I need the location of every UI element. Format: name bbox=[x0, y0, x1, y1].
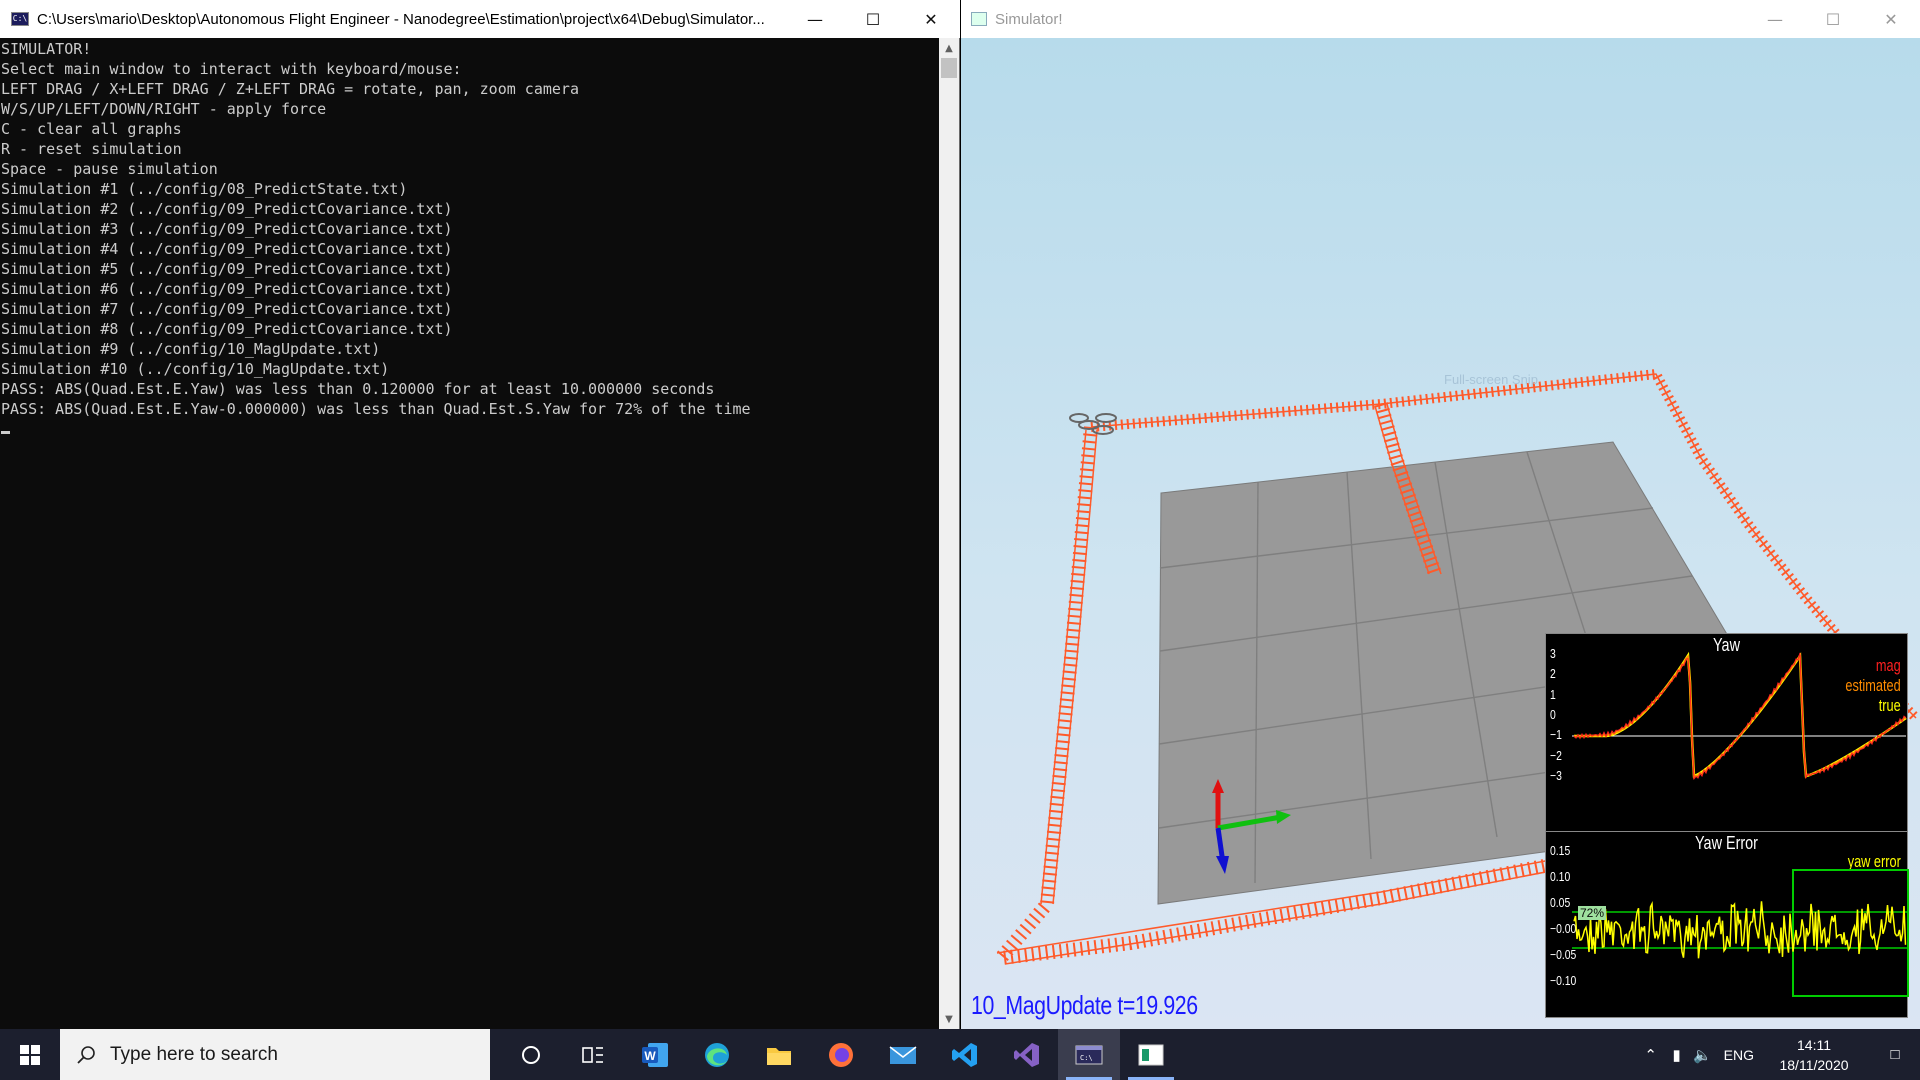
visual-studio-button[interactable] bbox=[996, 1029, 1058, 1080]
scroll-up-icon[interactable]: ▲ bbox=[939, 38, 959, 58]
console-line: Simulation #10 (../config/10_MagUpdate.t… bbox=[1, 360, 390, 378]
search-box[interactable]: Type here to search bbox=[60, 1029, 490, 1080]
firefox-button[interactable] bbox=[810, 1029, 872, 1080]
console-line: Simulation #1 (../config/08_PredictState… bbox=[1, 180, 408, 198]
search-icon bbox=[77, 1045, 95, 1064]
console-window[interactable]: C:\ C:\Users\mario\Desktop\Autonomous Fl… bbox=[0, 0, 960, 1029]
edge-button[interactable] bbox=[686, 1029, 748, 1080]
mail-button[interactable] bbox=[872, 1029, 934, 1080]
console-line: Simulation #7 (../config/09_PredictCovar… bbox=[1, 300, 453, 318]
console-line: Space - pause simulation bbox=[1, 160, 218, 178]
yaw-graph: Yaw 3 2 1 0 −1 −2 −3 mag estimated true bbox=[1545, 633, 1908, 857]
scroll-thumb[interactable] bbox=[941, 58, 957, 78]
console-line: Simulation #8 (../config/09_PredictCovar… bbox=[1, 320, 453, 338]
chevron-up-icon[interactable]: ⌃ bbox=[1638, 1046, 1664, 1064]
battery-icon[interactable]: ▮ bbox=[1664, 1046, 1690, 1064]
mail-icon bbox=[889, 1045, 917, 1064]
yaw-plot bbox=[1572, 651, 1907, 781]
console-line: Simulation #9 (../config/10_MagUpdate.tx… bbox=[1, 340, 381, 358]
cortana-icon bbox=[522, 1045, 540, 1064]
console-line: R - reset simulation bbox=[1, 140, 182, 158]
console-titlebar[interactable]: C:\ C:\Users\mario\Desktop\Autonomous Fl… bbox=[0, 0, 960, 38]
windows-logo-icon bbox=[20, 1044, 40, 1065]
yaw-error-graph: Yaw Error 0.15 0.10 0.05 −0.00 −0.05 −0.10 ya… bbox=[1545, 831, 1909, 1018]
yaw-error-plot bbox=[1572, 869, 1909, 997]
console-line: Simulation #6 (../config/09_PredictCovar… bbox=[1, 280, 453, 298]
console-line: Simulation #5 (../config/09_PredictCovar… bbox=[1, 260, 453, 278]
language-indicator[interactable]: ENG bbox=[1724, 1047, 1754, 1063]
simulator-icon bbox=[1138, 1044, 1164, 1065]
taskbar: Type here to search W C:\ ⌃ ▮ 🔈 ENG 14:1… bbox=[0, 1029, 1920, 1080]
terminal-button[interactable]: C:\ bbox=[1058, 1029, 1120, 1080]
search-placeholder: Type here to search bbox=[110, 1043, 278, 1065]
close-button[interactable]: ✕ bbox=[1862, 0, 1920, 38]
console-line: C - clear all graphs bbox=[1, 120, 182, 138]
console-line: W/S/UP/LEFT/DOWN/RIGHT - apply force bbox=[1, 100, 327, 118]
word-icon: W bbox=[642, 1042, 668, 1067]
maximize-button[interactable]: ☐ bbox=[844, 0, 902, 38]
minimize-button[interactable]: — bbox=[1746, 0, 1804, 38]
console-app-icon: C:\ bbox=[11, 12, 29, 26]
start-button[interactable] bbox=[0, 1029, 60, 1080]
firefox-icon bbox=[829, 1042, 853, 1067]
snip-overlay-label: Full-screen Snip bbox=[1444, 372, 1538, 387]
console-line: Select main window to interact with keyb… bbox=[1, 60, 462, 78]
file-explorer-button[interactable] bbox=[748, 1029, 810, 1080]
simulator-window[interactable]: Simulator! — ☐ ✕ Full-screen Snip Yaw 3 … bbox=[961, 0, 1920, 1029]
task-view-button[interactable] bbox=[562, 1029, 624, 1080]
simulator-taskbar-button[interactable] bbox=[1120, 1029, 1182, 1080]
console-scrollbar[interactable]: ▲ ▼ bbox=[939, 38, 959, 1029]
word-button[interactable]: W bbox=[624, 1029, 686, 1080]
simulator-3d-viewport[interactable]: Full-screen Snip Yaw 3 2 1 0 −1 −2 −3 mag estim… bbox=[961, 38, 1920, 1029]
percent-badge: 72% bbox=[1578, 906, 1607, 920]
vscode-button[interactable] bbox=[934, 1029, 996, 1080]
console-line: PASS: ABS(Quad.Est.E.Yaw) was less than … bbox=[1, 380, 715, 398]
maximize-button[interactable]: ☐ bbox=[1804, 0, 1862, 38]
scroll-down-icon[interactable]: ▼ bbox=[939, 1009, 959, 1029]
console-line: SIMULATOR! bbox=[1, 40, 92, 58]
svg-text:C:\: C:\ bbox=[1080, 1054, 1093, 1062]
simulator-title: Simulator! bbox=[995, 10, 1063, 28]
cortana-button[interactable] bbox=[500, 1029, 562, 1080]
console-line: PASS: ABS(Quad.Est.E.Yaw-0.000000) was l… bbox=[1, 400, 751, 418]
simulator-app-icon bbox=[971, 12, 987, 26]
file-explorer-icon bbox=[767, 1047, 791, 1065]
task-view-icon bbox=[582, 1046, 603, 1063]
console-title: C:\Users\mario\Desktop\Autonomous Flight… bbox=[37, 10, 765, 28]
visual-studio-icon bbox=[1014, 1042, 1039, 1067]
notification-center-icon[interactable]: □ bbox=[1870, 1046, 1920, 1063]
simulator-titlebar[interactable]: Simulator! — ☐ ✕ bbox=[961, 0, 1920, 38]
volume-icon[interactable]: 🔈 bbox=[1690, 1046, 1716, 1064]
clock-date: 18/11/2020 bbox=[1779, 1056, 1849, 1073]
console-output[interactable]: SIMULATOR! Select main window to interact… bbox=[0, 38, 938, 1029]
text-cursor bbox=[1, 431, 10, 434]
close-button[interactable]: ✕ bbox=[902, 0, 960, 38]
clock[interactable]: 14:11 18/11/2020 bbox=[1772, 1035, 1856, 1075]
system-tray: ⌃ ▮ 🔈 ENG 14:11 18/11/2020 □ bbox=[1638, 1029, 1920, 1080]
edge-icon bbox=[705, 1042, 729, 1067]
console-line: Simulation #4 (../config/09_PredictCovar… bbox=[1, 240, 453, 258]
simulation-status: 10_MagUpdate t=19.926 bbox=[971, 990, 1198, 1020]
console-line: Simulation #2 (../config/09_PredictCovar… bbox=[1, 200, 453, 218]
vscode-icon bbox=[952, 1042, 977, 1067]
terminal-icon: C:\ bbox=[1075, 1045, 1103, 1064]
clock-time: 14:11 bbox=[1797, 1036, 1831, 1053]
svg-text:W: W bbox=[644, 1049, 656, 1063]
console-line: LEFT DRAG / X+LEFT DRAG / Z+LEFT DRAG = … bbox=[1, 80, 579, 98]
console-line: Simulation #3 (../config/09_PredictCovar… bbox=[1, 220, 453, 238]
minimize-button[interactable]: — bbox=[786, 0, 844, 38]
